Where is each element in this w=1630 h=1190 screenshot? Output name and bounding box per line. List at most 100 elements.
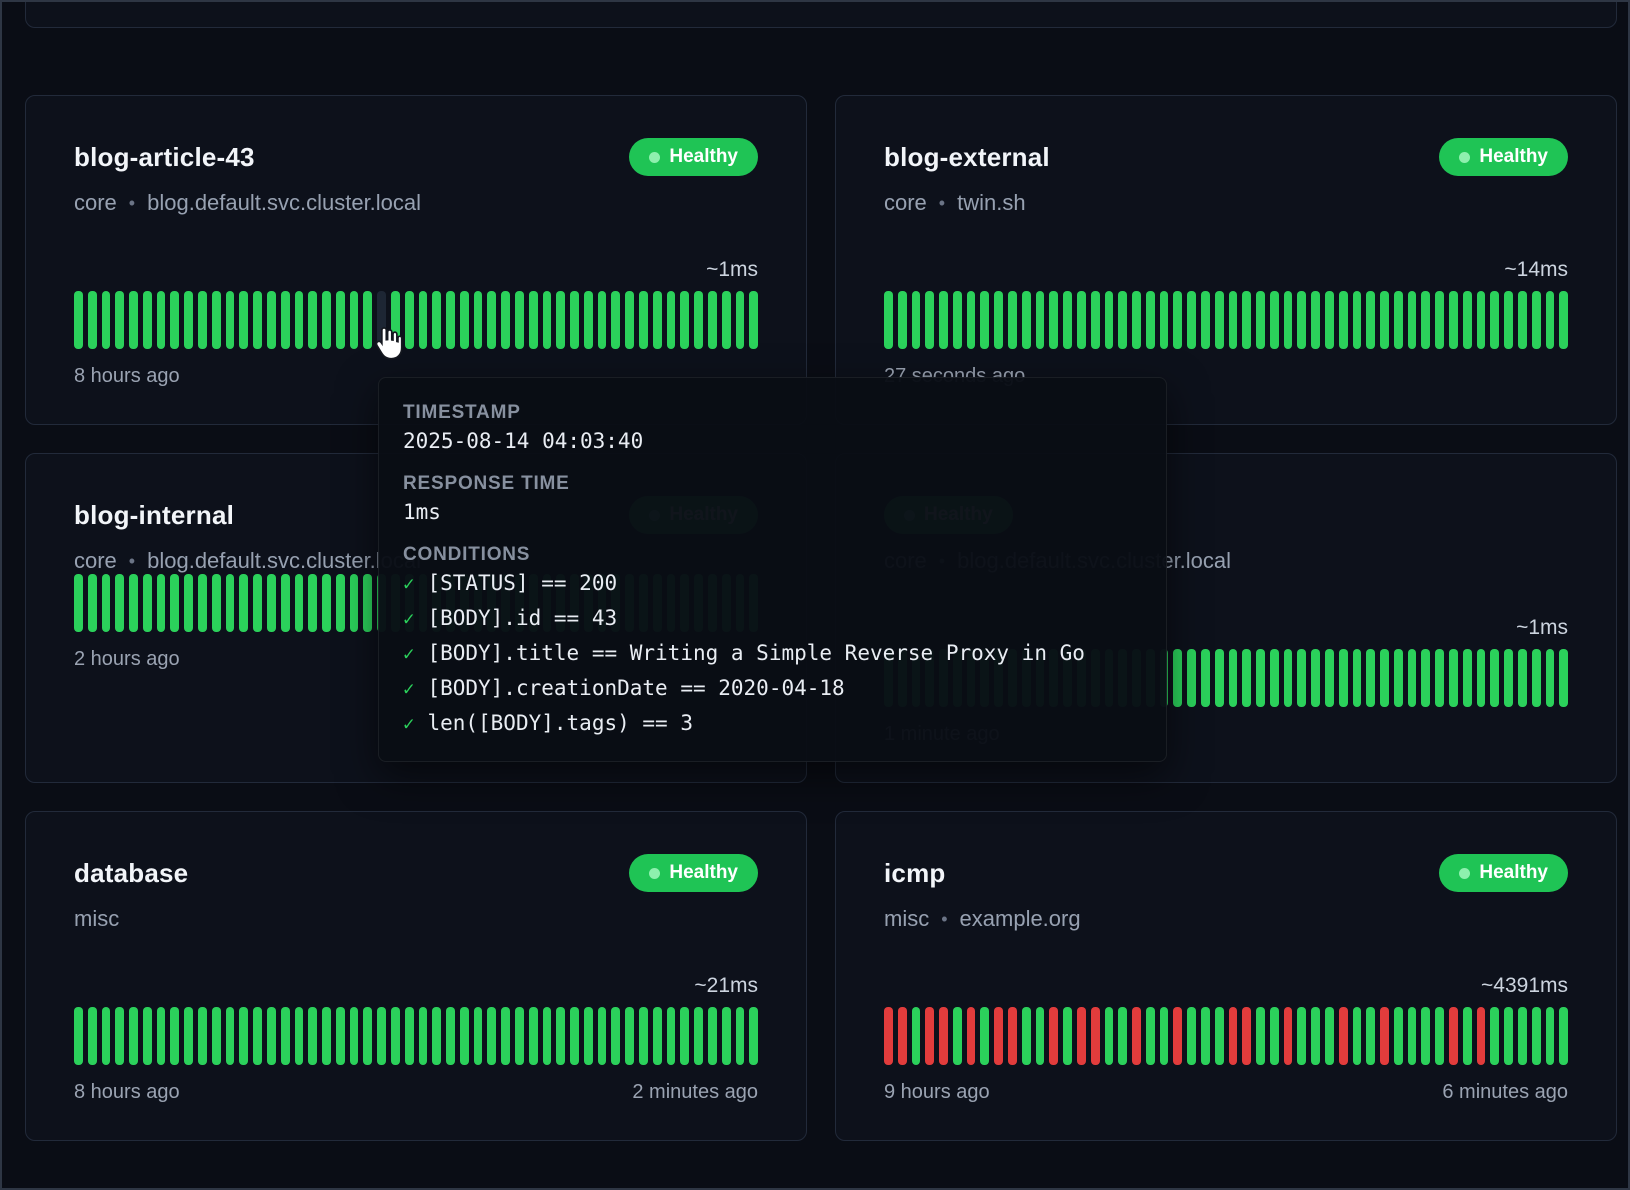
- health-bar[interactable]: [308, 574, 317, 632]
- health-bar[interactable]: [543, 1007, 552, 1065]
- health-bar[interactable]: [722, 1007, 731, 1065]
- health-bar[interactable]: [1408, 1007, 1417, 1065]
- health-bar[interactable]: [1229, 649, 1238, 707]
- health-bar[interactable]: [653, 1007, 662, 1065]
- health-bar[interactable]: [1091, 1007, 1100, 1065]
- health-bar[interactable]: [102, 574, 111, 632]
- health-bar[interactable]: [925, 291, 934, 349]
- health-bar[interactable]: [515, 1007, 524, 1065]
- health-bar[interactable]: [1270, 1007, 1279, 1065]
- health-bar[interactable]: [1546, 291, 1555, 349]
- service-card-icmp[interactable]: icmp Healthy misc • example.org ~4391ms …: [835, 811, 1617, 1141]
- health-bar[interactable]: [267, 291, 276, 349]
- health-bar[interactable]: [1132, 1007, 1141, 1065]
- health-bar[interactable]: [432, 291, 441, 349]
- health-bar[interactable]: [322, 1007, 331, 1065]
- health-bar[interactable]: [1008, 1007, 1017, 1065]
- health-bar[interactable]: [736, 291, 745, 349]
- health-bar[interactable]: [1118, 1007, 1127, 1065]
- health-bar[interactable]: [708, 1007, 717, 1065]
- health-bar[interactable]: [1532, 1007, 1541, 1065]
- health-bar[interactable]: [1449, 291, 1458, 349]
- health-bar[interactable]: [308, 291, 317, 349]
- health-bar[interactable]: [1504, 1007, 1513, 1065]
- health-bar[interactable]: [1132, 291, 1141, 349]
- health-bar[interactable]: [912, 1007, 921, 1065]
- health-bar[interactable]: [925, 1007, 934, 1065]
- health-bar[interactable]: [1463, 1007, 1472, 1065]
- health-bar[interactable]: [170, 291, 179, 349]
- health-bar[interactable]: [198, 291, 207, 349]
- health-bar[interactable]: [1229, 291, 1238, 349]
- service-card-blog-article-43[interactable]: blog-article-43 Healthy core • blog.defa…: [25, 95, 807, 425]
- health-bar[interactable]: [460, 291, 469, 349]
- health-bar[interactable]: [584, 291, 593, 349]
- health-bar[interactable]: [1242, 291, 1251, 349]
- health-bar[interactable]: [1339, 649, 1348, 707]
- health-bar[interactable]: [1091, 291, 1100, 349]
- health-bar[interactable]: [1160, 1007, 1169, 1065]
- health-bar[interactable]: [487, 291, 496, 349]
- health-bar[interactable]: [487, 1007, 496, 1065]
- health-bar[interactable]: [1546, 1007, 1555, 1065]
- health-bar[interactable]: [1394, 649, 1403, 707]
- uptime-bars[interactable]: [74, 291, 758, 349]
- health-bar[interactable]: [543, 291, 552, 349]
- health-bar[interactable]: [1366, 1007, 1375, 1065]
- health-bar[interactable]: [1022, 291, 1031, 349]
- health-bar[interactable]: [1353, 291, 1362, 349]
- health-bar[interactable]: [460, 1007, 469, 1065]
- health-bar[interactable]: [556, 291, 565, 349]
- health-bar[interactable]: [1146, 1007, 1155, 1065]
- health-bar[interactable]: [967, 1007, 976, 1065]
- health-bar[interactable]: [884, 291, 893, 349]
- health-bar[interactable]: [170, 574, 179, 632]
- health-bar[interactable]: [667, 1007, 676, 1065]
- health-bar[interactable]: [1477, 291, 1486, 349]
- health-bar[interactable]: [1311, 291, 1320, 349]
- health-bar[interactable]: [749, 291, 758, 349]
- health-bar[interactable]: [253, 1007, 262, 1065]
- health-bar[interactable]: [1449, 1007, 1458, 1065]
- health-bar[interactable]: [239, 1007, 248, 1065]
- health-bar[interactable]: [157, 574, 166, 632]
- health-bar[interactable]: [391, 1007, 400, 1065]
- health-bar[interactable]: [1311, 649, 1320, 707]
- health-bar[interactable]: [1504, 649, 1513, 707]
- health-bar[interactable]: [694, 291, 703, 349]
- health-bar[interactable]: [1463, 291, 1472, 349]
- health-bar[interactable]: [598, 291, 607, 349]
- health-bar[interactable]: [281, 1007, 290, 1065]
- health-bar[interactable]: [1297, 649, 1306, 707]
- health-bar[interactable]: [570, 291, 579, 349]
- health-bar[interactable]: [912, 291, 921, 349]
- health-bar[interactable]: [212, 1007, 221, 1065]
- health-bar[interactable]: [639, 1007, 648, 1065]
- health-bar[interactable]: [1532, 649, 1541, 707]
- health-bar[interactable]: [170, 1007, 179, 1065]
- health-bar[interactable]: [939, 291, 948, 349]
- health-bar[interactable]: [295, 291, 304, 349]
- health-bar[interactable]: [1160, 291, 1169, 349]
- health-bar[interactable]: [1408, 649, 1417, 707]
- health-bar[interactable]: [736, 1007, 745, 1065]
- health-bar[interactable]: [1270, 649, 1279, 707]
- health-bar[interactable]: [226, 291, 235, 349]
- health-bar[interactable]: [198, 1007, 207, 1065]
- health-bar[interactable]: [939, 1007, 948, 1065]
- health-bar[interactable]: [115, 1007, 124, 1065]
- health-bar[interactable]: [1366, 291, 1375, 349]
- health-bar[interactable]: [1532, 291, 1541, 349]
- health-bar[interactable]: [680, 1007, 689, 1065]
- health-bar[interactable]: [1242, 1007, 1251, 1065]
- health-bar[interactable]: [129, 574, 138, 632]
- health-bar[interactable]: [1077, 291, 1086, 349]
- health-bar[interactable]: [88, 574, 97, 632]
- health-bar[interactable]: [501, 291, 510, 349]
- health-bar[interactable]: [1311, 1007, 1320, 1065]
- uptime-bars[interactable]: [74, 1007, 758, 1065]
- health-bar[interactable]: [967, 291, 976, 349]
- health-bar[interactable]: [405, 291, 414, 349]
- health-bar[interactable]: [1063, 1007, 1072, 1065]
- health-bar[interactable]: [184, 1007, 193, 1065]
